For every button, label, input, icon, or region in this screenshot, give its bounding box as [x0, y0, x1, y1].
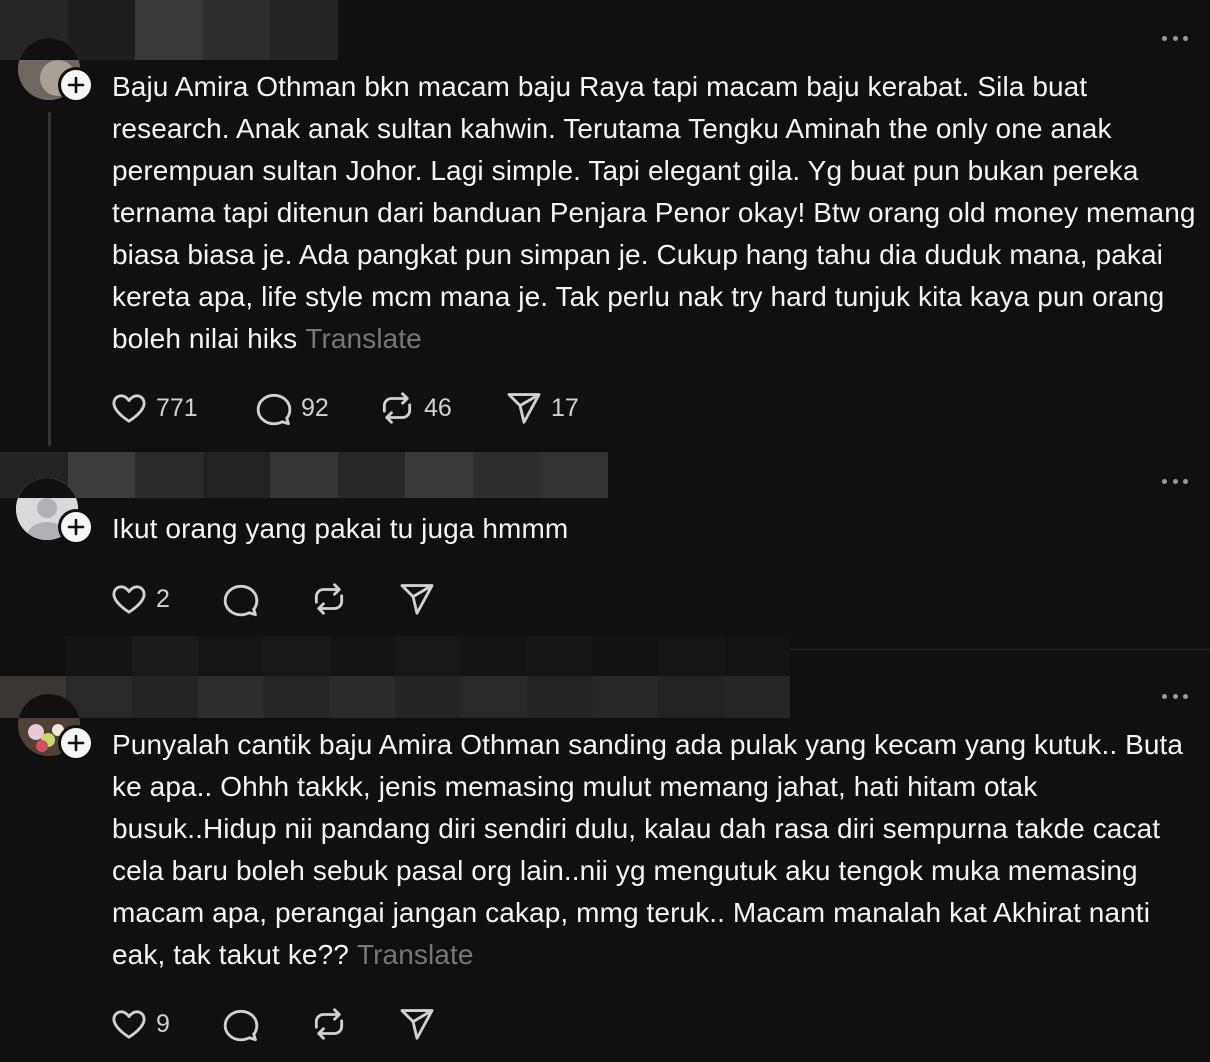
post-actions: 2	[110, 579, 458, 619]
reply-count: 92	[301, 393, 329, 422]
post-body: Ikut orang yang pakai tu juga hmmm	[112, 513, 569, 544]
post-text: Baju Amira Othman bkn macam baju Raya ta…	[112, 66, 1202, 360]
like-button[interactable]: 771	[110, 388, 255, 428]
post-text: Ikut orang yang pakai tu juga hmmm	[112, 508, 1202, 550]
thread-line	[48, 112, 51, 446]
like-count: 2	[156, 584, 170, 613]
more-options-icon[interactable]	[1162, 477, 1188, 485]
send-icon	[400, 584, 434, 615]
share-count: 17	[551, 393, 579, 422]
reply-button[interactable]: 92	[255, 388, 378, 428]
translate-link[interactable]: Translate	[305, 323, 422, 354]
translate-link[interactable]: Translate	[357, 939, 474, 970]
more-options-icon[interactable]	[1162, 34, 1188, 42]
repost-icon	[382, 392, 412, 424]
repost-icon	[314, 583, 344, 615]
like-button[interactable]: 2	[110, 579, 222, 619]
reply-button[interactable]	[222, 579, 310, 619]
divider	[790, 649, 1210, 650]
share-button[interactable]	[398, 1004, 458, 1044]
repost-button[interactable]	[310, 579, 398, 619]
follow-plus-icon[interactable]	[58, 67, 94, 103]
follow-plus-icon[interactable]	[58, 509, 94, 545]
repost-button[interactable]: 46	[378, 388, 505, 428]
reply-button[interactable]	[222, 1004, 310, 1044]
post-body: Punyalah cantik baju Amira Othman sandin…	[112, 729, 1184, 970]
like-button[interactable]: 9	[110, 1004, 222, 1044]
heart-icon	[112, 585, 146, 614]
post-text: Punyalah cantik baju Amira Othman sandin…	[112, 724, 1202, 976]
share-button[interactable]: 17	[505, 388, 605, 428]
post-actions: 771 92 46 17	[110, 388, 605, 428]
send-icon	[400, 1009, 434, 1040]
comment-icon	[223, 584, 259, 617]
more-options-icon[interactable]	[1162, 692, 1188, 700]
repost-icon	[314, 1008, 344, 1040]
like-count: 9	[156, 1009, 170, 1038]
comment-icon	[223, 1009, 259, 1042]
post-body: Baju Amira Othman bkn macam baju Raya ta…	[112, 71, 1196, 354]
redacted-username-bar	[0, 452, 608, 498]
follow-plus-icon[interactable]	[58, 725, 94, 761]
post-actions: 9	[110, 1004, 458, 1044]
like-count: 771	[156, 393, 198, 422]
share-button[interactable]	[398, 579, 458, 619]
repost-button[interactable]	[310, 1004, 398, 1044]
repost-count: 46	[424, 393, 452, 422]
heart-icon	[112, 1010, 146, 1039]
comment-icon	[256, 393, 292, 426]
redacted-username-bar	[0, 636, 791, 718]
heart-icon	[112, 394, 146, 423]
send-icon	[507, 393, 541, 424]
